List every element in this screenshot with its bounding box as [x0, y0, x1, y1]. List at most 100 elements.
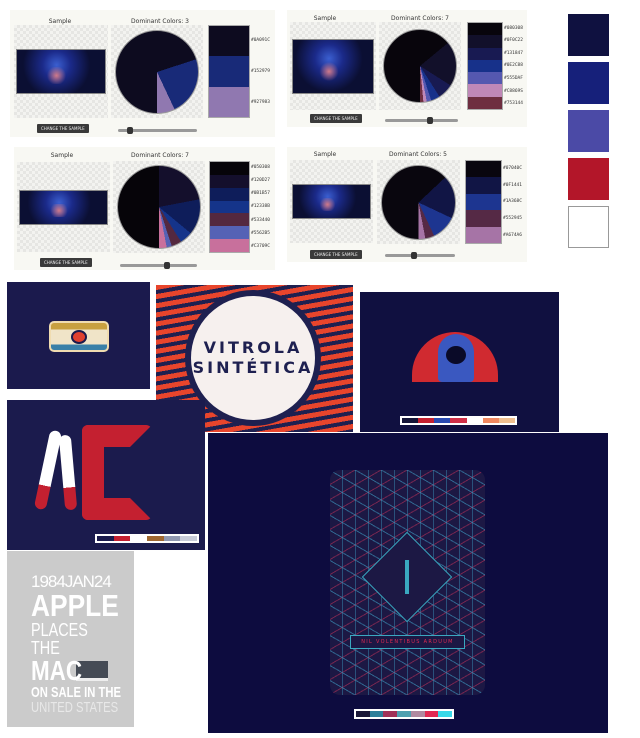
- dominant-colors-label: Dominant Colors: 7: [391, 15, 449, 22]
- color-count-slider[interactable]: [385, 252, 455, 259]
- palette-swatch: [468, 84, 502, 97]
- apple-line: ON SALE IN THE: [31, 684, 122, 701]
- sample-image: [292, 38, 374, 94]
- dominant-colors-pie: [383, 29, 457, 103]
- palette-swatch: [468, 23, 502, 36]
- palette-swatch: [466, 210, 501, 227]
- hex-code: #753144: [504, 101, 523, 107]
- hex-code: #131847: [504, 50, 523, 56]
- palette-swatch: [468, 96, 502, 109]
- motto-banner: NIL VOLENTIBUS ARDUUM: [350, 635, 465, 649]
- color-count-slider[interactable]: [118, 127, 197, 134]
- palette-swatch: [468, 35, 502, 48]
- strip-swatch: [466, 418, 483, 423]
- sample-image: [292, 184, 371, 219]
- palette-swatch: [468, 72, 502, 85]
- strip-swatch: [130, 536, 148, 541]
- dominant-colors-pie: [117, 165, 201, 249]
- strip-swatch: [424, 711, 439, 717]
- palette-swatch: [210, 239, 249, 253]
- palette-swatch: [466, 161, 501, 178]
- change-sample-button[interactable]: CHANGE THE SAMPLE: [310, 114, 362, 123]
- apple-line: UNITED STATES: [31, 699, 119, 716]
- hex-code: #07040C: [503, 165, 522, 171]
- slider-knob[interactable]: [126, 127, 133, 134]
- palette-column: [465, 160, 502, 244]
- hex-code: #152979: [251, 69, 270, 74]
- vitrola-title: VITROLA: [203, 338, 303, 357]
- hex-code: #0F1441: [503, 182, 522, 188]
- letter-c-logo: [82, 425, 152, 520]
- feather-icon: [58, 434, 78, 511]
- strip-swatch: [438, 711, 453, 717]
- palette-swatch: [210, 162, 249, 175]
- strip-swatch: [180, 536, 198, 541]
- sample-label: Sample: [48, 18, 72, 25]
- strip-swatch: [356, 711, 370, 717]
- dominant-colors-label: Dominant Colors: 5: [389, 151, 447, 158]
- hex-code: #555DAF: [504, 76, 523, 82]
- apple-mac: MAC: [31, 655, 83, 686]
- slider-knob[interactable]: [410, 252, 417, 259]
- strip-swatch: [434, 418, 451, 423]
- hex-code: #050308: [251, 165, 270, 171]
- strip-swatch: [498, 418, 515, 423]
- slider-knob[interactable]: [426, 117, 433, 124]
- hex-code: #C3709C: [251, 243, 270, 249]
- change-sample-button[interactable]: CHANGE THE SAMPLE: [310, 250, 362, 259]
- hex-code: #12338B: [251, 204, 270, 210]
- palette-column: [208, 25, 250, 118]
- palette-swatch: [466, 177, 501, 194]
- hex-code: #120D27: [251, 178, 270, 184]
- strip-swatch: [450, 418, 467, 423]
- apple-line: PLACES THE: [31, 620, 88, 658]
- change-sample-button[interactable]: CHANGE THE SAMPLE: [37, 124, 89, 133]
- sample-image: [16, 49, 106, 94]
- sample-image: [19, 189, 108, 225]
- swatch-red: [568, 158, 609, 200]
- hex-code: #0B1B57: [251, 191, 270, 197]
- dominant-colors-pie: [381, 164, 456, 240]
- color-count-slider[interactable]: [120, 262, 197, 269]
- hex-code: #552945: [503, 216, 522, 222]
- hex-code: #0E2C88: [504, 63, 523, 69]
- palette-swatch: [209, 86, 249, 117]
- strip-swatch: [402, 418, 419, 423]
- dominant-colors-label: Dominant Colors: 3: [131, 18, 189, 25]
- hex-code: #927983: [251, 100, 270, 105]
- dominant-colors-label: Dominant Colors: 7: [131, 152, 189, 159]
- sample-label: Sample: [313, 15, 337, 22]
- slider-knob[interactable]: [164, 262, 171, 269]
- hooded-artwork: [360, 292, 559, 432]
- dominant-colors-pie: [115, 29, 199, 114]
- hex-code: #5562B5: [251, 230, 270, 236]
- strip-swatch: [113, 536, 131, 541]
- card: NIL VOLENTIBUS ARDUUM: [330, 470, 485, 695]
- hex-code: #C8869S: [504, 88, 523, 94]
- hex-code: #1A368C: [503, 199, 522, 205]
- strip-swatch: [418, 418, 435, 423]
- palette-column: [467, 22, 503, 110]
- palette-swatch: [210, 174, 249, 188]
- apple-headline: APPLE: [31, 588, 119, 623]
- hex-code: #0A091C: [251, 38, 270, 43]
- nil-volentibus-artwork: NIL VOLENTIBUS ARDUUM: [208, 433, 608, 733]
- hex-code: #0F0C22: [504, 38, 523, 44]
- strip-swatch: [482, 418, 499, 423]
- strip-swatch: [383, 711, 398, 717]
- color-count-slider[interactable]: [385, 117, 458, 124]
- change-sample-button[interactable]: CHANGE THE SAMPLE: [40, 258, 92, 267]
- sample-label: Sample: [313, 151, 337, 158]
- nil-palette-strip: [354, 709, 454, 719]
- palette-swatch: [466, 226, 501, 244]
- palette-swatch: [210, 200, 249, 214]
- strip-swatch: [163, 536, 181, 541]
- strip-swatch: [397, 711, 411, 717]
- hooded-palette-strip: [400, 416, 517, 425]
- strip-swatch: [147, 536, 164, 541]
- vitrola-subtitle: SINTÉTICA: [192, 358, 314, 377]
- hex-code: #533440: [251, 217, 270, 223]
- feather-icon: [33, 429, 63, 511]
- strip-swatch: [369, 711, 384, 717]
- palette-swatch: [468, 59, 502, 73]
